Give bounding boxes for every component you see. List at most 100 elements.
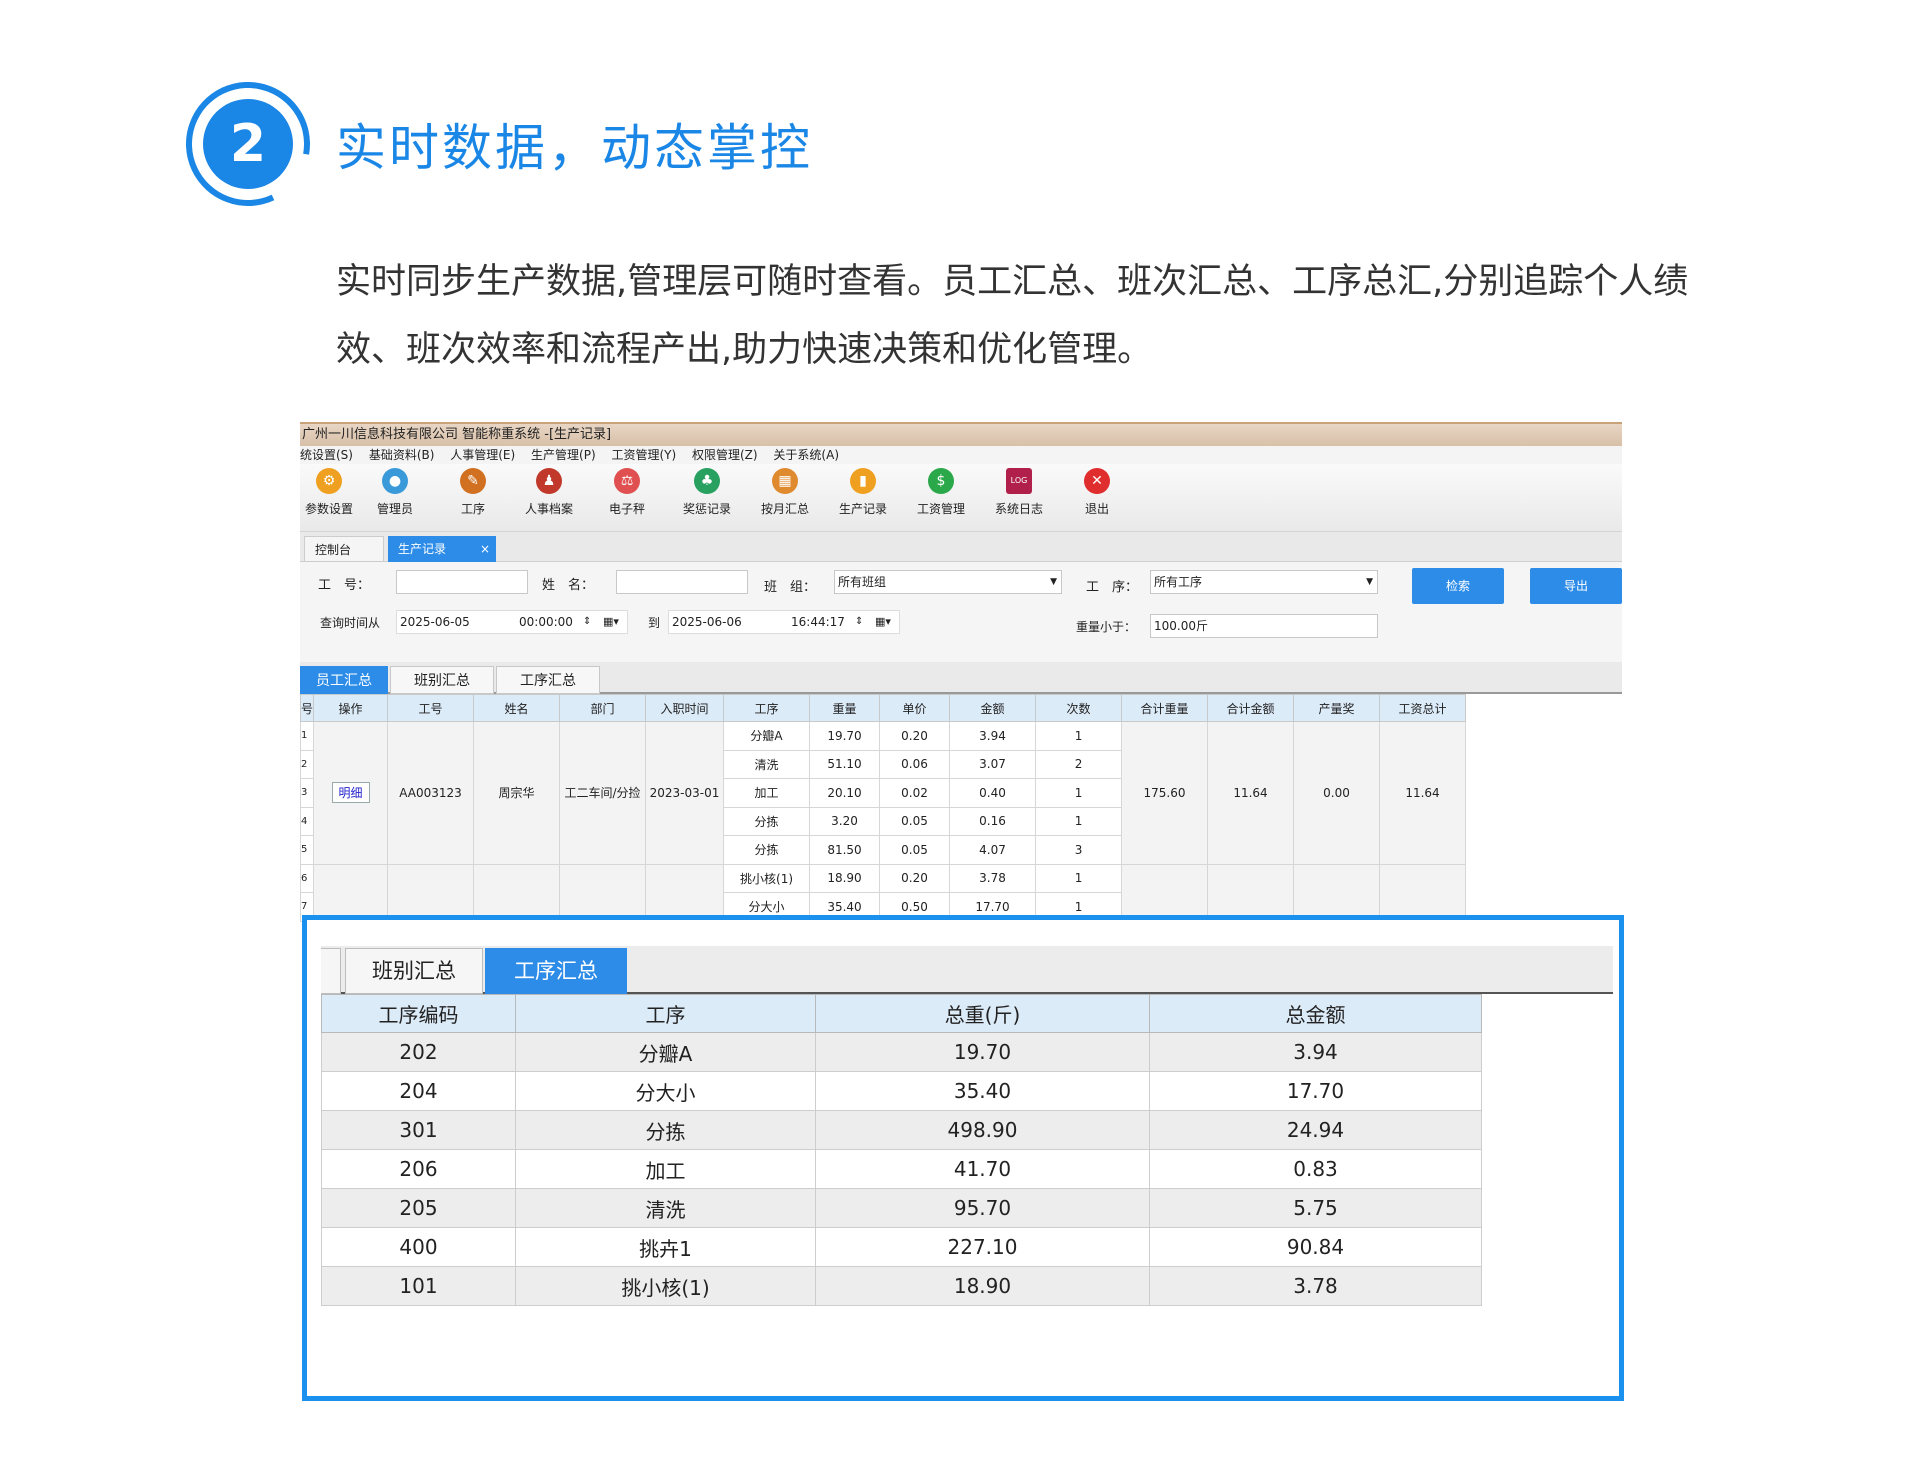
column-header[interactable]: 总金额	[1149, 994, 1482, 1033]
group-select[interactable]: 所有班组 ▼	[834, 570, 1062, 594]
toolbar-label: 按月汇总	[760, 502, 809, 516]
toolbar-close-button[interactable]: ✕ 退出	[1060, 468, 1134, 517]
grid-header[interactable]: 次数	[1035, 694, 1123, 722]
name-input[interactable]	[616, 570, 748, 594]
chevron-down-icon: ▼	[1366, 577, 1373, 587]
chart-icon: ▮	[850, 468, 876, 494]
toolbar-team-button[interactable]: ♣ 奖惩记录	[670, 468, 744, 517]
table-row[interactable]: 206 加工 41.70 0.83	[321, 1149, 1482, 1189]
table-row[interactable]: 202 分瓣A 19.70 3.94	[321, 1032, 1482, 1072]
search-button[interactable]: 检索	[1412, 568, 1504, 604]
toolbar-scale-button[interactable]: ⚖ 电子秤	[590, 468, 664, 517]
table-cell: 19.70	[815, 1032, 1150, 1072]
scale-icon: ⚖	[614, 468, 640, 494]
close-icon: ✕	[1084, 468, 1110, 494]
grid-header[interactable]: 产量奖	[1293, 694, 1381, 722]
dollar-icon: $	[928, 468, 954, 494]
menu-permission[interactable]: 权限管理(Z)	[692, 448, 758, 462]
tab-employee-summary[interactable]: 员工汇总	[300, 666, 388, 694]
grid-header[interactable]: 单价	[879, 694, 951, 722]
table-cell: 3.94	[1149, 1032, 1482, 1072]
menu-wage[interactable]: 工资管理(Y)	[611, 448, 676, 462]
menu-hr[interactable]: 人事管理(E)	[450, 448, 515, 462]
weight-label: 重量小于：	[1076, 620, 1137, 634]
toolbar-label: 管理员	[376, 502, 413, 516]
toolbar-calendar-button[interactable]: ▦ 按月汇总	[748, 468, 822, 517]
grid-header[interactable]: 号	[300, 694, 315, 722]
grid-header[interactable]: 工号	[387, 694, 475, 722]
table-cell: 498.90	[815, 1110, 1150, 1150]
process-select[interactable]: 所有工序 ▼	[1150, 570, 1378, 594]
gear-icon: ⚙	[316, 468, 342, 494]
emp-id-input[interactable]	[396, 570, 528, 594]
people-icon: ♟	[536, 468, 562, 494]
grid-cell: 加工	[723, 778, 811, 808]
grid-cell: 20.10	[809, 778, 881, 808]
calendar-icon[interactable]: ▦▾	[603, 611, 619, 633]
grid-header[interactable]: 重量	[809, 694, 881, 722]
column-header[interactable]: 工序	[515, 994, 816, 1033]
grid-header[interactable]: 合计金额	[1207, 694, 1295, 722]
grid-header[interactable]: 工资总计	[1379, 694, 1467, 722]
grid-cell: 0.02	[879, 778, 951, 808]
spin-icon[interactable]: ⇕	[855, 611, 863, 633]
weight-input[interactable]: 100.00斤	[1150, 614, 1378, 638]
spin-icon[interactable]: ⇕	[583, 611, 591, 633]
toolbar-chart-button[interactable]: ▮ 生产记录	[826, 468, 900, 517]
table-cell: 清洗	[515, 1188, 816, 1228]
menu-production[interactable]: 生产管理(P)	[531, 448, 596, 462]
tab-process-summary[interactable]: 工序汇总	[496, 666, 600, 694]
toolbar-dollar-button[interactable]: $ 工资管理	[904, 468, 978, 517]
table-row[interactable]: 101 挑小核(1) 18.90 3.78	[321, 1266, 1482, 1306]
column-header[interactable]: 总重(斤)	[815, 994, 1150, 1033]
detail-button[interactable]: 明细	[331, 782, 370, 804]
table-row[interactable]: 205 清洗 95.70 5.75	[321, 1188, 1482, 1228]
table-row[interactable]: 1 明细 AA003123 周宗华 工二车间/分捡 2023-03-01 分瓣A 19.70 0…	[300, 721, 1467, 865]
to-datetime[interactable]: 2025-06-06 16:44:17 ⇕ ▦▾	[668, 610, 900, 634]
tab-console[interactable]: 控制台	[304, 536, 384, 562]
table-row[interactable]: 400 挑卉1 227.10 90.84	[321, 1227, 1482, 1267]
table-row[interactable]: 204 分大小 35.40 17.70	[321, 1071, 1482, 1111]
grid-header[interactable]: 操作	[313, 694, 389, 722]
export-button[interactable]: 导出	[1530, 568, 1622, 604]
grid-header[interactable]: 姓名	[473, 694, 561, 722]
tab-partial[interactable]	[321, 948, 341, 994]
toolbar-tools-button[interactable]: ✎ 工序	[436, 468, 510, 517]
from-datetime[interactable]: 2025-06-05 00:00:00 ⇕ ▦▾	[396, 610, 628, 634]
grid-cell: 分拣	[723, 835, 811, 865]
toolbar-label: 生产记录	[838, 502, 887, 516]
menu-system[interactable]: 统设置(S)	[300, 448, 353, 462]
grid-header[interactable]: 合计重量	[1121, 694, 1209, 722]
toolbar-user-button[interactable]: ● 管理员	[358, 468, 432, 517]
grid-cell: 3.78	[949, 863, 1037, 893]
toolbar-log-button[interactable]: LOG 系统日志	[982, 468, 1056, 517]
grid-cell: 0.16	[949, 806, 1037, 836]
table-row[interactable]: 301 分拣 498.90 24.94	[321, 1110, 1482, 1150]
zoom-tab-shift-summary[interactable]: 班别汇总	[345, 948, 483, 994]
tab-close-icon[interactable]: ×	[480, 536, 490, 562]
wage-total-cell: 11.64	[1379, 721, 1467, 865]
toolbar-people-button[interactable]: ♟ 人事档案	[512, 468, 586, 517]
menu-about[interactable]: 关于系统(A)	[773, 448, 839, 462]
grid-header[interactable]: 工序	[723, 694, 811, 722]
emp-name-cell: 周宗华	[473, 721, 561, 865]
menu-basic-data[interactable]: 基础资料(B)	[369, 448, 435, 462]
toolbar-gear-button[interactable]: ⚙ 参数设置	[300, 468, 366, 517]
to-date: 2025-06-06	[672, 615, 742, 629]
grid-cell: 19.70	[809, 721, 881, 751]
grid-header[interactable]: 部门	[559, 694, 647, 722]
process-summary-table: 工序编码 工序 总重(斤) 总金额 202 分瓣A 19.70 3.94 204 分大小 35.4…	[321, 994, 1482, 1306]
tab-production-record[interactable]: 生产记录 ×	[388, 536, 496, 562]
name-label: 姓 名：	[542, 578, 595, 593]
zoom-tab-process-summary[interactable]: 工序汇总	[485, 948, 627, 994]
grid-cell: 3	[1035, 835, 1123, 865]
grid-header[interactable]: 入职时间	[645, 694, 725, 722]
table-cell: 90.84	[1149, 1227, 1482, 1267]
grid-header[interactable]: 金额	[949, 694, 1037, 722]
calendar-icon[interactable]: ▦▾	[875, 611, 891, 633]
column-header[interactable]: 工序编码	[321, 994, 516, 1033]
tab-shift-summary[interactable]: 班别汇总	[390, 666, 494, 694]
table-row[interactable]: 6 挑小核(1) 18.90 0.20 3.78 1	[300, 863, 1467, 922]
grid-cell: 0.20	[879, 721, 951, 751]
table-cell: 加工	[515, 1149, 816, 1189]
